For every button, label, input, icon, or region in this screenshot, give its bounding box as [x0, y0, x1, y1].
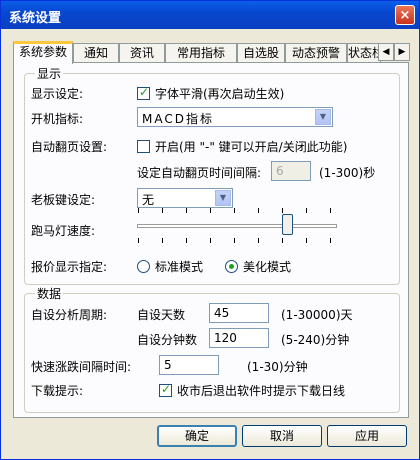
slider-thumb[interactable] — [281, 214, 293, 235]
settings-window: 系统设置 × 系统参数 通知 资讯 常用指标 自选股 动态预警 状态栏 ◀ ▶ … — [0, 0, 420, 460]
cancel-button[interactable]: 取消 — [242, 425, 322, 447]
auto-page-label: 自动翻页设置: — [31, 140, 108, 154]
chevron-down-icon: ▼ — [315, 109, 331, 125]
startup-indicator-select[interactable]: MACD指标 ▼ — [137, 107, 333, 127]
slider-tick — [186, 238, 187, 243]
font-smooth-label: 字体平滑(再次启动生效) — [155, 87, 285, 101]
days-input[interactable]: 45 — [209, 303, 269, 323]
tab-common-indicators[interactable]: 常用指标 — [165, 43, 237, 63]
arrow-right-icon: ▶ — [398, 47, 406, 57]
boss-key-label: 老板键设定: — [31, 193, 96, 207]
quote-display-label: 报价显示指定: — [31, 260, 108, 274]
fast-interval-range-label: (1-30)分钟 — [247, 360, 308, 374]
auto-page-checkbox[interactable] — [137, 140, 150, 153]
startup-indicator-value: MACD指标 — [142, 112, 214, 126]
slider-tick — [258, 238, 259, 243]
slider-tick — [306, 238, 307, 243]
slider-tick — [210, 238, 211, 243]
apply-button[interactable]: 应用 — [327, 425, 407, 447]
marquee-speed-label: 跑马灯速度: — [31, 224, 96, 238]
minutes-range-label: (5-240)分钟 — [281, 333, 350, 347]
slider-tick — [234, 208, 235, 213]
interval-input[interactable]: 6 — [271, 161, 311, 181]
period-label: 自设分析周期: — [31, 308, 108, 322]
slider-tick — [330, 238, 331, 243]
download-prompt-checkbox[interactable] — [159, 382, 172, 397]
fast-interval-input[interactable]: 5 — [159, 355, 219, 375]
fast-interval-label: 快速涨跌间隔时间: — [31, 360, 132, 374]
close-button[interactable]: × — [395, 5, 415, 25]
display-setting-label: 显示设定: — [31, 87, 84, 101]
minutes-input[interactable]: 120 — [209, 328, 269, 348]
interval-range-label: (1-300)秒 — [319, 166, 376, 180]
slider-tick — [138, 208, 139, 213]
tab-system-params[interactable]: 系统参数 — [13, 41, 73, 64]
data-legend: 数据 — [35, 285, 64, 302]
window-title: 系统设置 — [9, 11, 62, 26]
slider-tick — [258, 208, 259, 213]
days-range-label: (1-30000)天 — [281, 308, 353, 322]
startup-indicator-label: 开机指标: — [31, 112, 84, 126]
tab-dynamic-alert[interactable]: 动态预警 — [285, 43, 347, 63]
close-icon: × — [399, 8, 411, 23]
slider-tick — [234, 238, 235, 243]
slider-track — [137, 224, 337, 228]
slider-tick — [186, 208, 187, 213]
mode-standard-label: 标准模式 — [155, 260, 204, 274]
download-prompt-label: 收市后退出软件时提示下载日线 — [177, 384, 346, 398]
tab-bar: 系统参数 通知 资讯 常用指标 自选股 动态预警 状态栏 ◀ ▶ — [13, 41, 410, 64]
days-label: 自设天数 — [137, 308, 186, 322]
title-bar[interactable]: 系统设置 × — [1, 1, 419, 29]
display-group: 显示 显示设定: 字体平滑(再次启动生效) 开机指标: MACD指标 ▼ 自动翻… — [24, 65, 400, 285]
download-label: 下载提示: — [31, 384, 84, 398]
ok-button[interactable]: 确定 — [157, 425, 237, 447]
slider-tick — [162, 238, 163, 243]
data-group: 数据 自设分析周期: 自设天数 45 (1-30000)天 自设分钟数 120 … — [24, 285, 400, 413]
tab-scroll-left-button[interactable]: ◀ — [378, 43, 394, 61]
minutes-label: 自设分钟数 — [137, 333, 198, 347]
tab-news[interactable]: 资讯 — [119, 43, 165, 63]
boss-key-value: 无 — [142, 193, 155, 207]
interval-label: 设定自动翻页时间间隔: — [137, 166, 262, 180]
slider-tick — [282, 238, 283, 243]
slider-tick — [282, 208, 283, 213]
mode-beautify-radio[interactable] — [225, 260, 238, 273]
auto-page-enable-label: 开启(用 "-" 键可以开启/关闭此功能) — [155, 140, 348, 154]
chevron-down-icon: ▼ — [215, 190, 231, 206]
display-legend: 显示 — [35, 65, 64, 82]
boss-key-select[interactable]: 无 ▼ — [137, 188, 233, 208]
tab-statusbar[interactable]: 状态栏 — [347, 43, 381, 63]
slider-tick — [306, 208, 307, 213]
slider-tick — [138, 238, 139, 243]
tab-watchlist[interactable]: 自选股 — [237, 43, 285, 63]
mode-standard-radio[interactable] — [137, 260, 150, 273]
mode-beautify-label: 美化模式 — [243, 260, 292, 274]
slider-tick — [330, 208, 331, 213]
slider-tick — [162, 208, 163, 213]
tab-scroll-right-button[interactable]: ▶ — [394, 43, 410, 61]
slider-tick — [210, 208, 211, 213]
font-smooth-checkbox[interactable] — [137, 85, 150, 100]
arrow-left-icon: ◀ — [382, 47, 390, 57]
tab-panel: 显示 显示设定: 字体平滑(再次启动生效) 开机指标: MACD指标 ▼ 自动翻… — [13, 62, 409, 418]
tab-notify[interactable]: 通知 — [73, 43, 119, 63]
